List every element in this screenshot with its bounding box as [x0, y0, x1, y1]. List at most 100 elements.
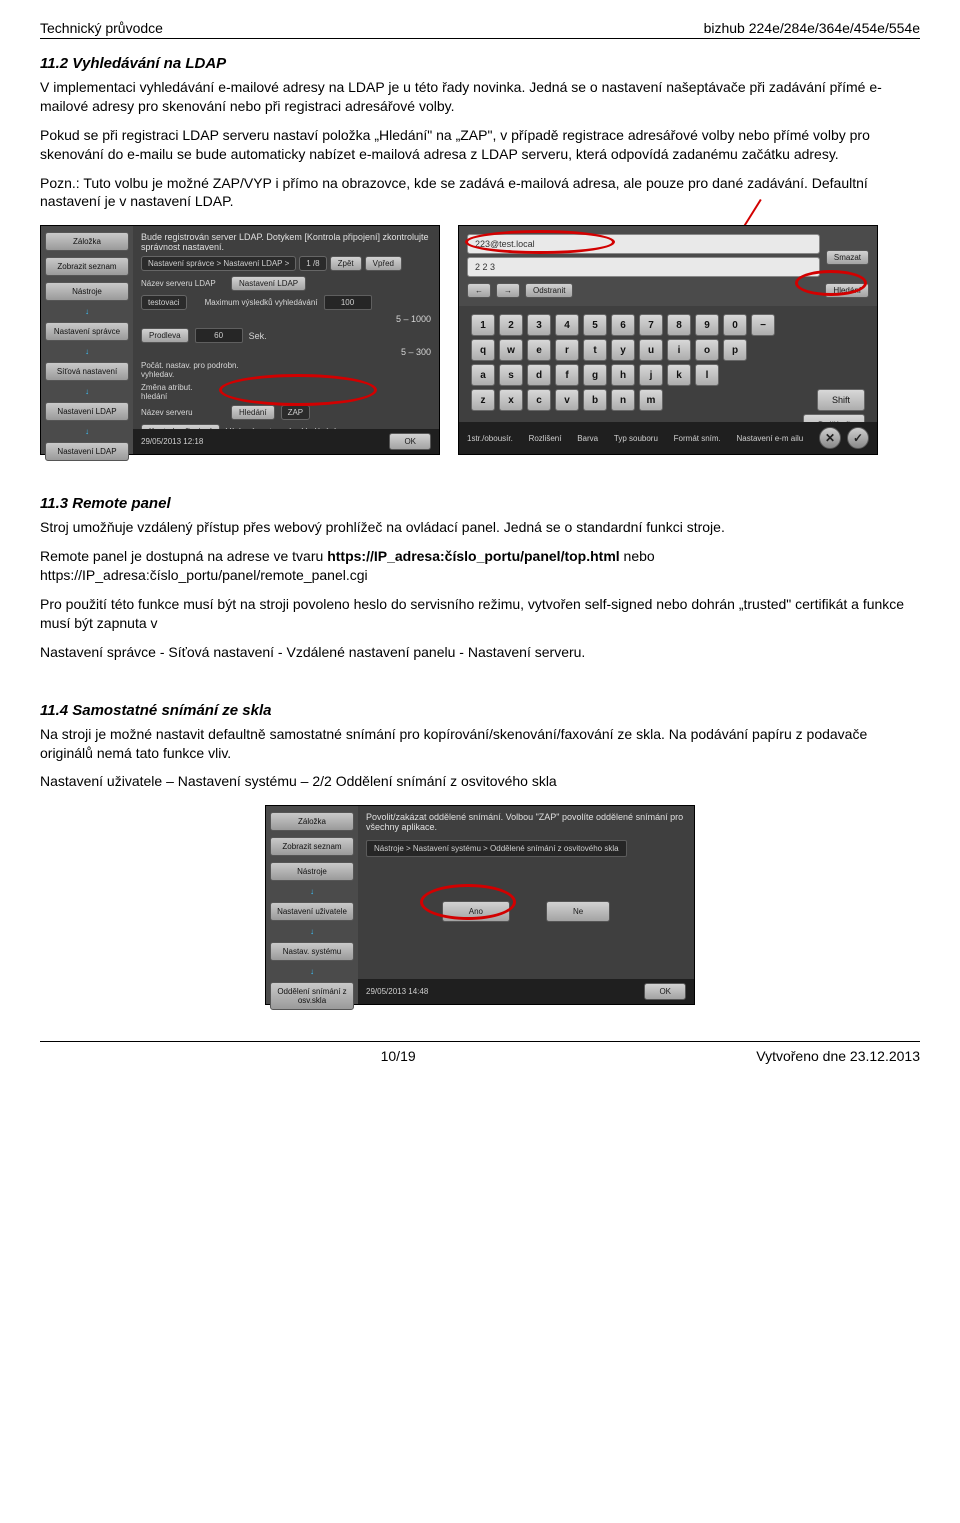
arrow-left-button[interactable]: ←	[467, 283, 491, 298]
footer-item[interactable]: Rozlišení	[529, 434, 562, 443]
kb-key[interactable]: 9	[695, 314, 719, 336]
sidebar-btn[interactable]: Nastavení uživatele	[270, 902, 354, 921]
sidebar-btn[interactable]: Nástroje	[270, 862, 354, 881]
prodleva-btn[interactable]: Prodleva	[141, 328, 189, 343]
kb-key[interactable]: a	[471, 364, 495, 386]
sidebar-btn[interactable]: Nastav. systému	[270, 942, 354, 961]
smazat-button[interactable]: Smazat	[826, 250, 869, 265]
kb-key[interactable]: u	[639, 339, 663, 361]
scan-split-panel: Záložka Zobrazit seznam Nástroje ↓ Nasta…	[265, 805, 695, 1005]
footer-date: Vytvořeno dne 23.12.2013	[756, 1048, 920, 1064]
kb-key[interactable]: 6	[611, 314, 635, 336]
kb-key[interactable]: 7	[639, 314, 663, 336]
kb-key[interactable]: v	[555, 389, 579, 411]
sidebar-btn[interactable]: Záložka	[45, 232, 129, 251]
kb-key[interactable]: c	[527, 389, 551, 411]
kb-key[interactable]: s	[499, 364, 523, 386]
kb-key[interactable]: 4	[555, 314, 579, 336]
kb-key[interactable]: −	[751, 314, 775, 336]
kb-key[interactable]: 8	[667, 314, 691, 336]
forward-button[interactable]: Vpřed	[365, 256, 402, 271]
sidebar-btn[interactable]: Síťová nastavení	[45, 362, 129, 381]
kb-key[interactable]: f	[555, 364, 579, 386]
footer-time: 29/05/2013 14:48	[366, 987, 428, 996]
ne-button[interactable]: Ne	[546, 901, 610, 922]
page-footer: 10/19 Vytvořeno dne 23.12.2013	[40, 1041, 920, 1064]
chevron-down-icon: ↓	[45, 347, 129, 356]
panel-main: Povolit/zakázat oddělené snímání. Volbou…	[358, 806, 694, 1004]
odstranit-button[interactable]: Odstranit	[525, 283, 573, 298]
keyboard-panel: 223@test.local 2 2 3 Smazat ← → Odstrani…	[458, 225, 878, 455]
arrow-right-button[interactable]: →	[496, 283, 520, 298]
sidebar-btn[interactable]: Nástroje	[45, 282, 129, 301]
cancel-circle-button[interactable]: ✕	[819, 427, 841, 449]
breadcrumb: Nastavení správce > Nastavení LDAP >	[141, 256, 296, 271]
sec-11-4-p1: Na stroji je možné nastavit defaultně sa…	[40, 725, 920, 763]
shift-key[interactable]: Shift	[817, 389, 865, 411]
footer-item[interactable]: Typ souboru	[614, 434, 658, 443]
footer-item[interactable]: Barva	[577, 434, 598, 443]
prodleva-range: 5 – 300	[401, 347, 431, 357]
kb-key[interactable]: d	[527, 364, 551, 386]
panel-title: Povolit/zakázat oddělené snímání. Volbou…	[366, 812, 686, 832]
label: Název serveru LDAP	[141, 279, 225, 288]
footer-item[interactable]: 1str./obousír.	[467, 434, 513, 443]
hledani-button[interactable]: Hledání	[825, 283, 869, 298]
sidebar-btn[interactable]: Oddělení snímání z osv.skla	[270, 982, 354, 1010]
kb-key[interactable]: q	[471, 339, 495, 361]
kb-key[interactable]: r	[555, 339, 579, 361]
ldap-name-button[interactable]: Nastavení LDAP	[231, 276, 306, 291]
kb-key[interactable]: e	[527, 339, 551, 361]
kb-key[interactable]: k	[667, 364, 691, 386]
kb-key[interactable]: y	[611, 339, 635, 361]
kb-key[interactable]: h	[611, 364, 635, 386]
chevron-down-icon: ↓	[270, 887, 354, 896]
ok-button[interactable]: OK	[644, 983, 686, 1000]
email-suggestion: 223@test.local	[467, 234, 820, 254]
confirm-circle-button[interactable]: ✓	[847, 427, 869, 449]
sidebar-btn[interactable]: Zobrazit seznam	[270, 837, 354, 856]
header-right: bizhub 224e/284e/364e/454e/554e	[704, 20, 920, 36]
sidebar-btn[interactable]: Zobrazit seznam	[45, 257, 129, 276]
footer-item[interactable]: Formát sním.	[674, 434, 721, 443]
ano-button[interactable]: Ano	[442, 901, 510, 922]
screenshots-row-1: Záložka Zobrazit seznam Nástroje ↓ Nasta…	[40, 225, 920, 455]
max-value: 100	[324, 295, 372, 310]
sidebar-btn[interactable]: Nastavení správce	[45, 322, 129, 341]
kb-key[interactable]: j	[639, 364, 663, 386]
kb-key[interactable]: w	[499, 339, 523, 361]
kb-key[interactable]: b	[583, 389, 607, 411]
footer-item[interactable]: Nastavení e-m ailu	[737, 434, 804, 443]
sec-11-3-p4: Nastavení správce - Síťová nastavení - V…	[40, 643, 920, 662]
kb-key[interactable]: x	[499, 389, 523, 411]
kb-key[interactable]: m	[639, 389, 663, 411]
kb-key[interactable]: 1	[471, 314, 495, 336]
sidebar-btn[interactable]: Nastavení LDAP	[45, 402, 129, 421]
panel-main: Bude registrován server LDAP. Dotykem [K…	[133, 226, 439, 454]
kb-key[interactable]: 0	[723, 314, 747, 336]
back-button[interactable]: Zpět	[330, 256, 362, 271]
kb-key[interactable]: g	[583, 364, 607, 386]
prodleva-value: 60	[195, 328, 243, 343]
kb-key[interactable]: n	[611, 389, 635, 411]
kb-key[interactable]: o	[695, 339, 719, 361]
kb-key[interactable]: t	[583, 339, 607, 361]
email-input[interactable]: 2 2 3	[467, 257, 820, 277]
testovaci-btn[interactable]: testovaci	[141, 295, 187, 310]
kb-key[interactable]: i	[667, 339, 691, 361]
sidebar-btn[interactable]: Nastavení LDAP	[45, 442, 129, 461]
kb-key[interactable]: p	[723, 339, 747, 361]
page-indicator: 1 /8	[299, 256, 326, 271]
kb-key[interactable]: z	[471, 389, 495, 411]
ok-button[interactable]: OK	[389, 433, 431, 450]
sec-11-4-p2: Nastavení uživatele – Nastavení systému …	[40, 772, 920, 791]
kb-key[interactable]: 3	[527, 314, 551, 336]
kb-key[interactable]: 5	[583, 314, 607, 336]
p2a: Remote panel je dostupná na adrese ve tv…	[40, 548, 327, 564]
zap-btn[interactable]: ZAP	[281, 405, 311, 420]
kb-key[interactable]: 2	[499, 314, 523, 336]
sidebar-btn[interactable]: Záložka	[270, 812, 354, 831]
kb-key[interactable]: l	[695, 364, 719, 386]
prodleva-unit: Sek.	[249, 331, 267, 341]
hledani-btn[interactable]: Hledání	[231, 405, 275, 420]
